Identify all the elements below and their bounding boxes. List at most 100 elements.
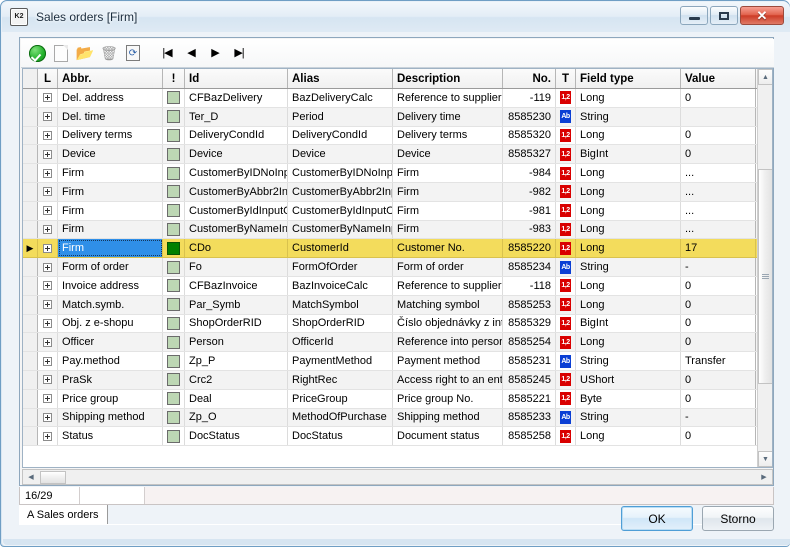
- cell-value[interactable]: 0: [681, 333, 756, 352]
- column-header-description[interactable]: Description: [393, 69, 503, 88]
- row-expander-cell[interactable]: [38, 89, 58, 107]
- cell-alias[interactable]: CustomerByAbbr2Inpu: [288, 182, 393, 201]
- scroll-up-button[interactable]: ▲: [758, 69, 772, 85]
- row-expander-cell[interactable]: [38, 201, 58, 220]
- cell-no[interactable]: 8585327: [503, 145, 556, 164]
- cell-flag[interactable]: [163, 182, 185, 201]
- column-header-alias[interactable]: Alias: [288, 69, 393, 88]
- row-expander-cell[interactable]: [38, 389, 58, 408]
- cell-abbr[interactable]: Firm: [58, 220, 163, 239]
- cell-value[interactable]: -: [681, 258, 756, 276]
- cell-description[interactable]: Device: [393, 145, 503, 164]
- cell-abbr[interactable]: Invoice address: [58, 276, 163, 295]
- cell-value[interactable]: ...: [681, 220, 756, 239]
- row-expander-cell[interactable]: [38, 126, 58, 145]
- expand-plus-icon[interactable]: [43, 224, 52, 234]
- cell-type[interactable]: 1,2: [556, 370, 576, 389]
- cell-value[interactable]: 0: [681, 276, 756, 295]
- table-row[interactable]: PraSk Crc2 RightRec Access right to an ent 8…: [23, 370, 772, 390]
- scroll-right-button[interactable]: ▶: [756, 470, 772, 484]
- expand-plus-icon[interactable]: [43, 262, 52, 272]
- column-header-l[interactable]: L: [38, 69, 58, 88]
- cell-type[interactable]: Ab: [556, 408, 576, 427]
- horizontal-scroll-thumb[interactable]: [40, 470, 66, 484]
- cell-alias[interactable]: DocStatus: [288, 427, 393, 446]
- cell-no[interactable]: 8585329: [503, 314, 556, 333]
- next-record-button[interactable]: ▶: [204, 42, 226, 64]
- cell-abbr[interactable]: Obj. z e-shopu: [58, 314, 163, 333]
- expand-plus-icon[interactable]: [43, 431, 52, 441]
- cell-alias[interactable]: Period: [288, 107, 393, 126]
- cell-field-type[interactable]: Byte: [576, 389, 681, 408]
- table-row[interactable]: Firm CustomerByIDNoInpu CustomerByIDNoInpu…: [23, 164, 772, 183]
- cell-no[interactable]: 8585320: [503, 126, 556, 145]
- cell-type[interactable]: 1,2: [556, 314, 576, 333]
- cell-type[interactable]: 1,2: [556, 333, 576, 352]
- column-header-exclaim[interactable]: !: [163, 69, 185, 88]
- cell-no[interactable]: 8585231: [503, 352, 556, 370]
- cell-no[interactable]: -119: [503, 89, 556, 107]
- expand-plus-icon[interactable]: [43, 112, 52, 122]
- new-button[interactable]: [50, 42, 72, 64]
- row-marker[interactable]: [23, 276, 38, 295]
- table-row[interactable]: Match.symb. Par_Symb MatchSymbol Matching s…: [23, 295, 772, 315]
- cell-value[interactable]: ...: [681, 201, 756, 220]
- cell-no[interactable]: 8585221: [503, 389, 556, 408]
- cell-flag[interactable]: [163, 239, 185, 258]
- cell-description[interactable]: Payment method: [393, 352, 503, 370]
- cell-flag[interactable]: [163, 201, 185, 220]
- cell-type[interactable]: 1,2: [556, 239, 576, 258]
- column-header-id[interactable]: Id: [185, 69, 288, 88]
- delete-button[interactable]: 🗑: [98, 42, 120, 64]
- row-marker[interactable]: [23, 164, 38, 182]
- scroll-left-button[interactable]: ◀: [23, 470, 39, 484]
- cell-description[interactable]: Customer No.: [393, 239, 503, 258]
- table-row[interactable]: Firm CustomerByIdInputCa CustomerByIdInput…: [23, 201, 772, 221]
- row-marker[interactable]: [23, 220, 38, 239]
- cell-field-type[interactable]: BigInt: [576, 314, 681, 333]
- cell-id[interactable]: Zp_O: [185, 408, 288, 427]
- cell-flag[interactable]: [163, 333, 185, 352]
- cell-description[interactable]: Matching symbol: [393, 295, 503, 314]
- cell-description[interactable]: Form of order: [393, 258, 503, 276]
- cell-abbr[interactable]: Status: [58, 427, 163, 446]
- confirm-button[interactable]: [26, 42, 48, 64]
- cell-id[interactable]: Device: [185, 145, 288, 164]
- cell-field-type[interactable]: Long: [576, 427, 681, 446]
- cell-no[interactable]: 8585253: [503, 295, 556, 314]
- row-expander-cell[interactable]: [38, 314, 58, 333]
- cell-flag[interactable]: [163, 145, 185, 164]
- cell-field-type[interactable]: UShort: [576, 370, 681, 389]
- row-expander-cell[interactable]: [38, 107, 58, 126]
- cell-field-type[interactable]: String: [576, 107, 681, 126]
- row-marker[interactable]: [23, 89, 38, 107]
- column-header-abbr[interactable]: Abbr.: [58, 69, 163, 88]
- cell-no[interactable]: -118: [503, 276, 556, 295]
- expand-plus-icon[interactable]: [43, 356, 52, 366]
- cell-value[interactable]: 0: [681, 145, 756, 164]
- cell-field-type[interactable]: Long: [576, 295, 681, 314]
- cell-id[interactable]: Person: [185, 333, 288, 352]
- column-header-value[interactable]: Value: [681, 69, 756, 88]
- row-marker[interactable]: [23, 107, 38, 126]
- cell-value[interactable]: [681, 107, 756, 126]
- expand-plus-icon[interactable]: [43, 93, 52, 103]
- cell-field-type[interactable]: String: [576, 352, 681, 370]
- vertical-scroll-thumb[interactable]: [758, 169, 772, 384]
- cell-no[interactable]: -984: [503, 164, 556, 182]
- first-record-button[interactable]: |◀: [156, 42, 178, 64]
- cell-type[interactable]: 1,2: [556, 182, 576, 201]
- cell-alias[interactable]: BazDeliveryCalc: [288, 89, 393, 107]
- table-row[interactable]: ▶ Firm CDo CustomerId Customer No. 8585220 1,2…: [23, 239, 772, 259]
- cell-description[interactable]: Reference into persor: [393, 333, 503, 352]
- maximize-button[interactable]: [710, 6, 738, 25]
- expand-plus-icon[interactable]: [43, 281, 52, 291]
- minimize-button[interactable]: [680, 6, 708, 25]
- cell-alias[interactable]: PaymentMethod: [288, 352, 393, 370]
- cell-id[interactable]: Crc2: [185, 370, 288, 389]
- cell-id[interactable]: CustomerByAbbr2Inpu: [185, 182, 288, 201]
- cell-flag[interactable]: [163, 258, 185, 276]
- scroll-down-button[interactable]: ▼: [758, 451, 772, 467]
- table-row[interactable]: Price group Deal PriceGroup Price group No.…: [23, 389, 772, 409]
- row-expander-cell[interactable]: [38, 276, 58, 295]
